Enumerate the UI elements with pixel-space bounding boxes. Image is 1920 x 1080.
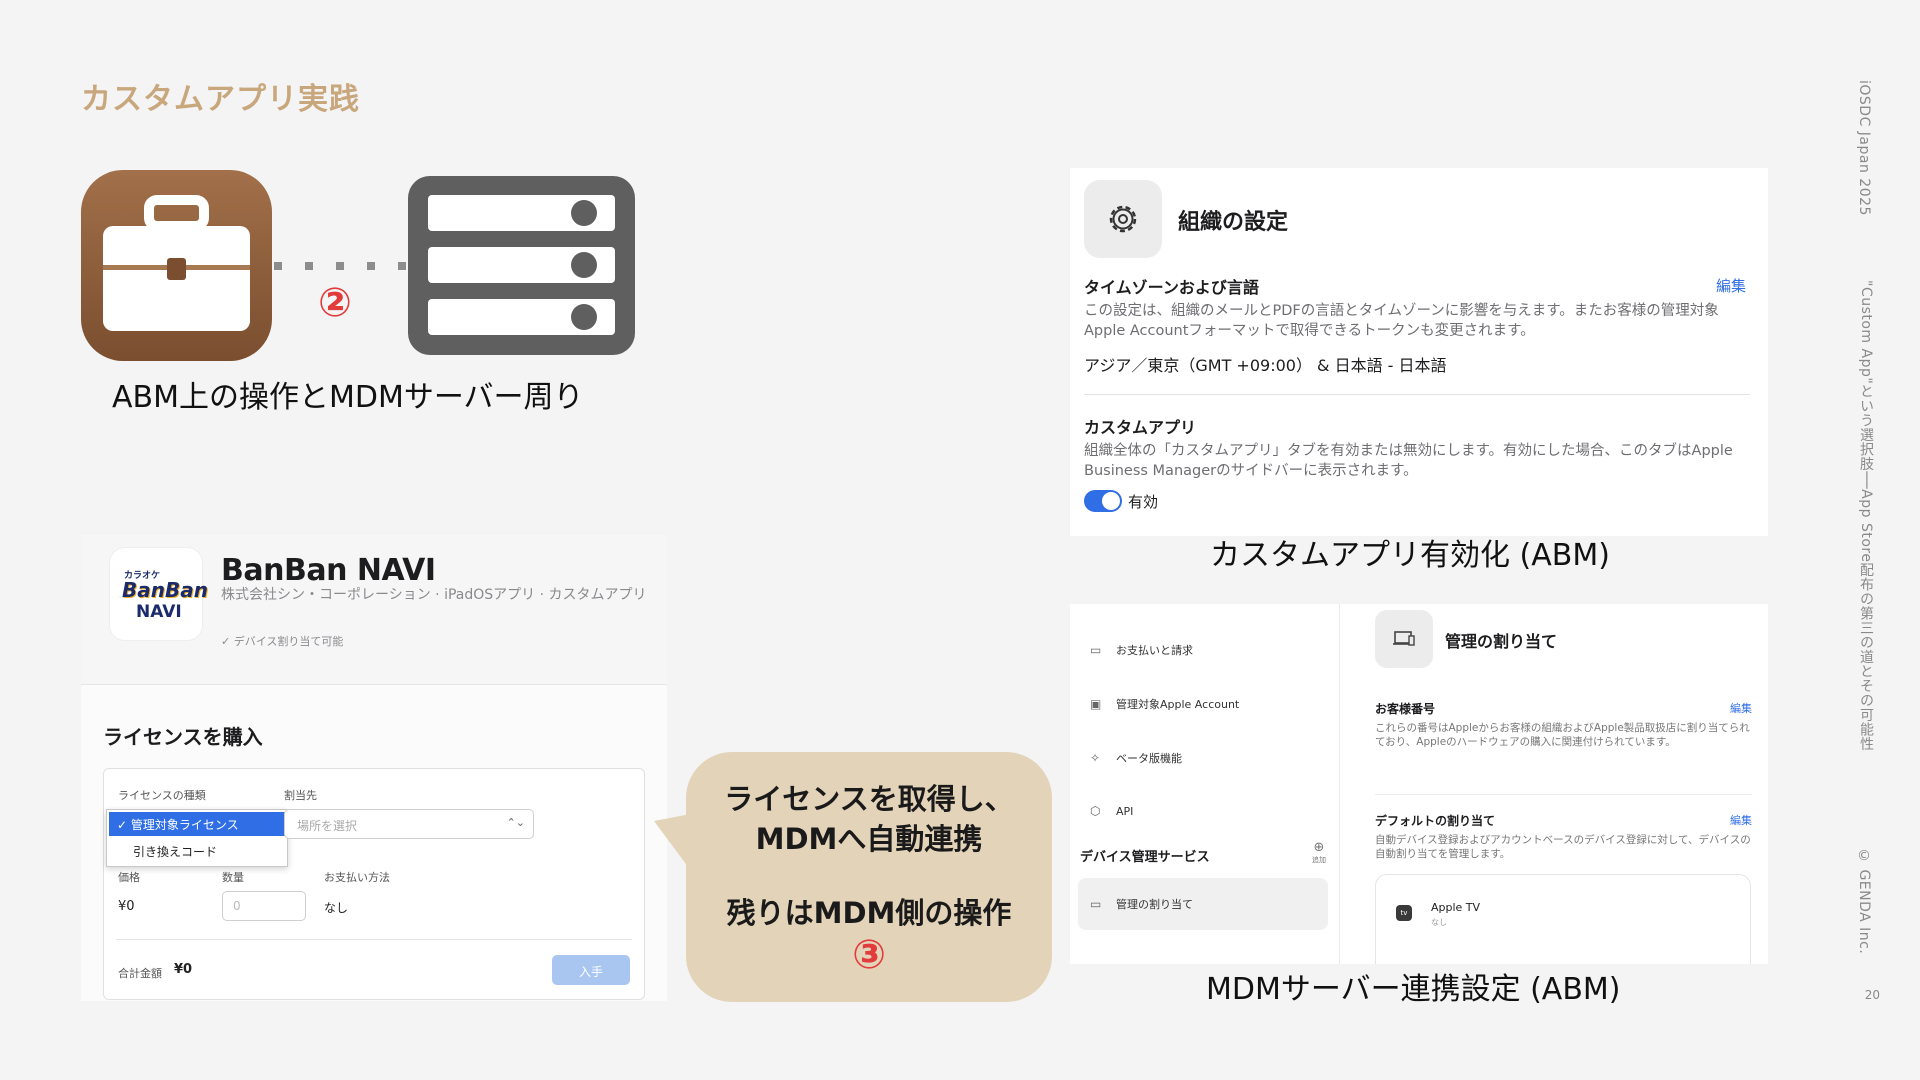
price-label: 価格 bbox=[118, 871, 140, 884]
timezone-edit-link[interactable]: 編集 bbox=[1716, 275, 1746, 296]
app-license-panel: カラオケ BanBan NAVI BanBan NAVI 株式会社シン・コーポレ… bbox=[81, 535, 667, 1001]
step-2-badge: ② bbox=[318, 280, 352, 326]
connector-dots bbox=[274, 262, 408, 270]
apple-tv-icon: tv bbox=[1396, 905, 1412, 921]
total-value: ¥0 bbox=[174, 962, 193, 977]
timezone-title: タイムゾーンおよび言語 bbox=[1084, 278, 1259, 297]
buy-license-title: ライセンスを購入 bbox=[103, 725, 263, 749]
total-label: 合計金額 bbox=[118, 967, 162, 980]
divider bbox=[1084, 394, 1750, 395]
sidebar-item-label: API bbox=[1116, 805, 1134, 818]
callout-bubble: ライセンスを取得し、 MDMへ自動連携 残りはMDM側の操作 ③ bbox=[686, 752, 1052, 1002]
sidebar-item-beta[interactable]: ✧ ベータ版機能 bbox=[1090, 750, 1182, 766]
divider bbox=[1375, 794, 1752, 795]
license-type-label: ライセンスの種類 bbox=[118, 789, 206, 802]
custom-app-title: カスタムアプリ bbox=[1084, 418, 1197, 437]
org-settings-panel: 組織の設定 タイムゾーンおよび言語 編集 この設定は、組織のメールとPDFの言語… bbox=[1070, 168, 1768, 536]
talk-title-label: "Custom App"という選択肢──App Store配布の第三の道とその可… bbox=[1858, 280, 1874, 751]
sidebar-item-label: 管理対象Apple Account bbox=[1116, 698, 1240, 711]
customer-number-desc: これらの番号はAppleからお客様の組織およびApple製品取扱店に割り当てられ… bbox=[1375, 722, 1750, 748]
price-value: ¥0 bbox=[118, 899, 135, 914]
app-name: BanBan NAVI bbox=[221, 553, 436, 588]
license-option-managed[interactable]: ✓ 管理対象ライセンス bbox=[109, 812, 285, 836]
logo-main-text: BanBan bbox=[122, 578, 208, 602]
server-icon bbox=[408, 176, 635, 355]
quantity-input[interactable]: 0 bbox=[222, 891, 306, 921]
license-type-dropdown: ✓ 管理対象ライセンス 引き換えコード bbox=[106, 809, 288, 867]
app-publisher: 株式会社シン・コーポレーション · iPadOSアプリ · カスタムアプリ bbox=[221, 587, 647, 603]
customer-number-edit-link[interactable]: 編集 bbox=[1730, 700, 1752, 716]
custom-app-toggle-label: 有効 bbox=[1128, 493, 1159, 511]
sidebar-item-label: 管理の割り当て bbox=[1116, 898, 1193, 911]
license-option-label: 管理対象ライセンス bbox=[130, 818, 239, 832]
sidebar-item-assignment-label[interactable]: ▭ 管理の割り当て bbox=[1090, 896, 1193, 912]
callout-line-3: 残りはMDM側の操作 bbox=[726, 896, 1012, 930]
sidebar-item-api[interactable]: ⬡ API bbox=[1090, 804, 1133, 818]
app-header: カラオケ BanBan NAVI BanBan NAVI 株式会社シン・コーポレ… bbox=[81, 535, 667, 685]
step-3-badge: ③ bbox=[852, 932, 886, 978]
license-form: ライセンスの種類 ⌃⌄ ✓ 管理対象ライセンス 引き換えコード 割当先 場所を選… bbox=[103, 768, 645, 1000]
default-assignment-desc: 自動デバイス登録およびアカウントベースのデバイス登録に対して、デバイスの自動割り… bbox=[1375, 834, 1751, 860]
default-assignment-title: デフォルトの割り当て bbox=[1375, 814, 1496, 828]
briefcase-icon bbox=[81, 170, 272, 361]
sparkle-icon: ✧ bbox=[1090, 751, 1101, 765]
abm-sidebar: ▭ お支払いと請求 ▣ 管理対象Apple Account ✧ ベータ版機能 ⬡ API… bbox=[1070, 604, 1340, 964]
sidebar-item-billing[interactable]: ▭ お支払いと請求 bbox=[1090, 642, 1193, 658]
timezone-value: アジア／東京（GMT +09:00） & 日本語 - 日本語 bbox=[1084, 356, 1447, 375]
assign-select[interactable]: 場所を選択 ⌃⌄ bbox=[284, 809, 534, 839]
chevron-updown-icon: ⌃⌄ bbox=[506, 816, 525, 829]
slide-title: カスタムアプリ実践 bbox=[81, 82, 360, 117]
assignment-title: 管理の割り当て bbox=[1445, 632, 1558, 651]
custom-app-toggle[interactable] bbox=[1084, 490, 1122, 512]
mdm-caption: MDMサーバー連携設定 (ABM) bbox=[1206, 972, 1621, 1007]
conference-label: iOSDC Japan 2025 bbox=[1856, 80, 1872, 216]
laptop-icon: ▭ bbox=[1090, 897, 1102, 911]
org-settings-title: 組織の設定 bbox=[1178, 210, 1289, 235]
device-management-heading: デバイス管理サービス bbox=[1080, 850, 1210, 865]
divider bbox=[116, 939, 632, 940]
step-2-caption: ABM上の操作とMDMサーバー周り bbox=[112, 380, 584, 415]
callout-line-1: ライセンスを取得し、 bbox=[724, 782, 1014, 816]
sidebar-item-label: ベータ版機能 bbox=[1116, 752, 1182, 765]
logo-sub-text: NAVI bbox=[136, 602, 182, 622]
get-button[interactable]: 入手 bbox=[552, 955, 630, 985]
org-settings-caption: カスタムアプリ有効化 (ABM) bbox=[1210, 538, 1610, 573]
copyright-label: © GENDA Inc. bbox=[1856, 848, 1872, 955]
sidebar-item-label: お支払いと請求 bbox=[1116, 644, 1193, 657]
payment-label: お支払い方法 bbox=[324, 871, 390, 884]
card-icon: ▭ bbox=[1090, 643, 1102, 657]
device-name: Apple TV bbox=[1431, 901, 1481, 914]
app-logo: カラオケ BanBan NAVI bbox=[109, 547, 208, 641]
plus-circle-icon: ⊕ bbox=[1313, 840, 1325, 855]
customer-number-title: お客様番号 bbox=[1375, 702, 1436, 716]
id-card-icon: ▣ bbox=[1090, 697, 1102, 711]
mdm-assignment-panel: ▭ お支払いと請求 ▣ 管理対象Apple Account ✧ ベータ版機能 ⬡ API… bbox=[1070, 604, 1768, 964]
assign-label: 割当先 bbox=[284, 789, 317, 802]
license-option-redeem[interactable]: 引き換えコード bbox=[133, 843, 217, 860]
custom-app-desc: 組織全体の「カスタムアプリ」タブを有効または無効にします。有効にした場合、このタ… bbox=[1084, 443, 1733, 479]
timezone-desc: この設定は、組織のメールとPDFの言語とタイムゾーンに影響を与えます。またお客様… bbox=[1084, 303, 1719, 339]
quantity-label: 数量 bbox=[222, 871, 244, 884]
device-assign-note: ✓ デバイス割り当て可能 bbox=[221, 635, 344, 648]
device-assignment-value: なし bbox=[1431, 918, 1447, 927]
device-assignment-card[interactable]: tv Apple TV なし bbox=[1375, 874, 1751, 964]
payment-value: なし bbox=[324, 901, 349, 915]
page-number: 20 bbox=[1864, 988, 1880, 1002]
cube-icon: ⬡ bbox=[1090, 804, 1101, 818]
callout-line-2: MDMへ自動連携 bbox=[755, 822, 983, 856]
default-assignment-edit-link[interactable]: 編集 bbox=[1730, 812, 1752, 828]
laptop-icon bbox=[1375, 610, 1433, 668]
add-server-button[interactable]: ⊕ 追加 bbox=[1312, 840, 1326, 865]
assign-placeholder: 場所を選択 bbox=[297, 819, 358, 833]
gear-icon bbox=[1084, 180, 1162, 258]
add-label: 追加 bbox=[1312, 856, 1326, 864]
sidebar-item-managed-account[interactable]: ▣ 管理対象Apple Account bbox=[1090, 696, 1239, 712]
